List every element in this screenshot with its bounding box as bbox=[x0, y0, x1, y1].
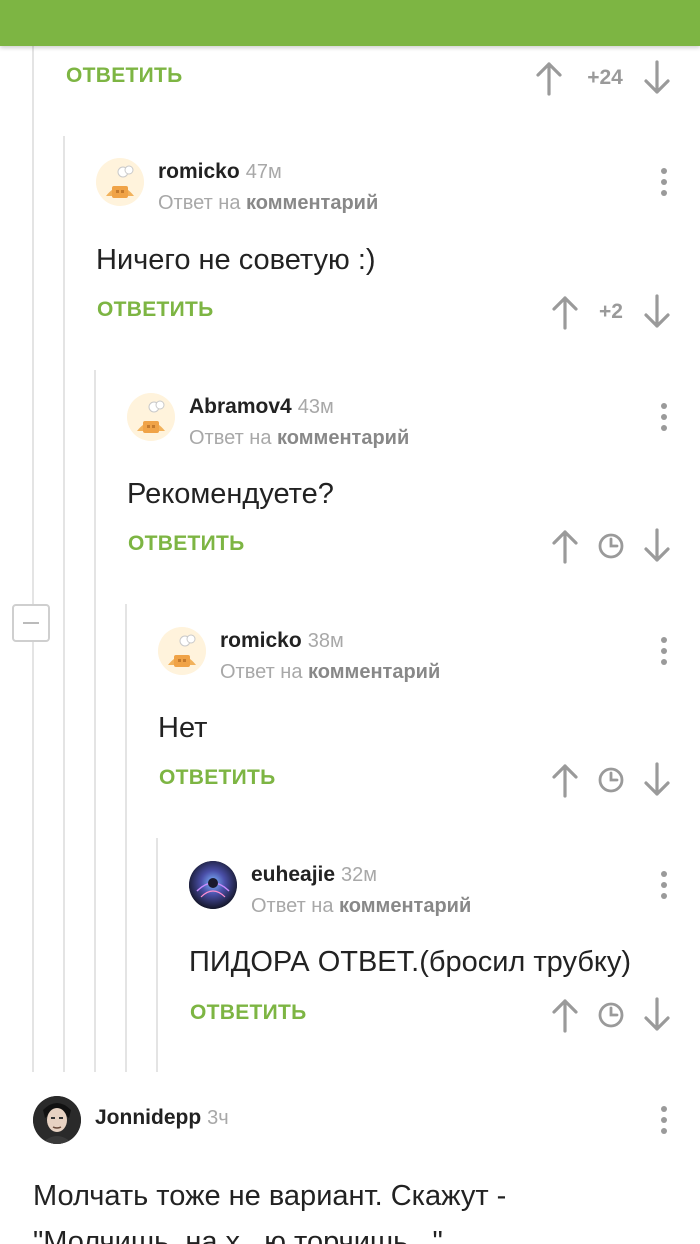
reply-to-info[interactable]: Ответ на комментарий bbox=[251, 895, 471, 918]
comment-romicko-1: romicko 47м Ответ на комментарий Ничего н… bbox=[96, 158, 676, 280]
reply-to-info[interactable]: Ответ на комментарий bbox=[220, 661, 440, 684]
arrow-up-icon bbox=[552, 999, 578, 1033]
reply-button[interactable]: ОТВЕТИТЬ bbox=[190, 1001, 307, 1025]
comment-time: 32м bbox=[341, 864, 378, 886]
avatar[interactable] bbox=[33, 1096, 81, 1144]
more-vertical-icon[interactable] bbox=[652, 635, 676, 667]
comment-time: 43м bbox=[297, 396, 334, 418]
app-header-bar bbox=[0, 0, 700, 46]
thread-line-level-2 bbox=[63, 136, 65, 1072]
reply-button[interactable]: ОТВЕТИТЬ bbox=[128, 532, 245, 556]
comment-abramov4: Abramov4 43м Ответ на комментарий Рекомен… bbox=[127, 393, 676, 514]
comment-rating: +2 bbox=[599, 300, 623, 323]
arrow-down-icon bbox=[644, 60, 670, 94]
comment-author[interactable]: euheajie 32м bbox=[251, 863, 377, 887]
avatar[interactable] bbox=[96, 158, 144, 206]
arrow-up-icon bbox=[552, 530, 578, 564]
comment-time: 47м bbox=[245, 161, 282, 183]
arrow-up-icon bbox=[536, 62, 562, 96]
arrow-up-icon bbox=[552, 764, 578, 798]
avatar[interactable] bbox=[158, 627, 206, 675]
arrow-down-icon bbox=[644, 997, 670, 1031]
more-vertical-icon[interactable] bbox=[652, 166, 676, 198]
comment-actions: ОТВЕТИТЬ bbox=[159, 760, 676, 800]
more-vertical-icon[interactable] bbox=[652, 401, 676, 433]
upvote-button[interactable] bbox=[534, 58, 564, 98]
downvote-button[interactable] bbox=[642, 995, 672, 1035]
upvote-button[interactable] bbox=[550, 292, 580, 332]
comment-text-line-2: "Молчишь, на х...ю торчишь..." bbox=[33, 1226, 443, 1244]
comment-actions: ОТВЕТИТЬ bbox=[190, 995, 676, 1035]
comment-author[interactable]: Jonnidepp 3ч bbox=[95, 1106, 229, 1130]
downvote-button[interactable] bbox=[642, 760, 672, 800]
thread-line-level-5 bbox=[156, 838, 158, 1072]
comment-author[interactable]: Abramov4 43м bbox=[189, 395, 334, 419]
thread-line-level-1 bbox=[32, 46, 34, 1072]
comment-actions: ОТВЕТИТЬ bbox=[128, 526, 676, 566]
clock-icon bbox=[596, 526, 626, 566]
comment-romicko-2: romicko 38м Ответ на комментарий Нет bbox=[158, 627, 676, 748]
comment-actions-parent: ОТВЕТИТЬ +24 bbox=[66, 58, 676, 98]
downvote-button[interactable] bbox=[642, 292, 672, 332]
downvote-button[interactable] bbox=[642, 526, 672, 566]
comment-time: 3ч bbox=[207, 1107, 229, 1129]
avatar[interactable] bbox=[127, 393, 175, 441]
comment-author[interactable]: romicko 38м bbox=[220, 629, 344, 653]
thread-line-level-4 bbox=[125, 604, 127, 1072]
comment-text: Рекомендуете? bbox=[127, 478, 334, 510]
arrow-up-icon bbox=[552, 296, 578, 330]
reply-button[interactable]: ОТВЕТИТЬ bbox=[159, 766, 276, 790]
clock-icon bbox=[596, 995, 626, 1035]
reply-button[interactable]: ОТВЕТИТЬ bbox=[97, 298, 214, 322]
reply-to-info[interactable]: Ответ на комментарий bbox=[158, 192, 378, 215]
clock-icon bbox=[596, 760, 626, 800]
upvote-button[interactable] bbox=[550, 526, 580, 566]
upvote-button[interactable] bbox=[550, 760, 580, 800]
thread-line-level-3 bbox=[94, 370, 96, 1072]
downvote-button[interactable] bbox=[642, 58, 672, 98]
comment-rating: +24 bbox=[587, 66, 623, 89]
more-vertical-icon[interactable] bbox=[652, 869, 676, 901]
arrow-down-icon bbox=[644, 762, 670, 796]
comment-euheajie: euheajie 32м Ответ на комментарий ПИДОРА … bbox=[189, 861, 676, 982]
more-vertical-icon[interactable] bbox=[652, 1104, 676, 1136]
reply-to-info[interactable]: Ответ на комментарий bbox=[189, 427, 409, 450]
comment-text: Нет bbox=[158, 712, 208, 744]
reply-button[interactable]: ОТВЕТИТЬ bbox=[66, 64, 183, 88]
comment-text-line-1: Молчать тоже не вариант. Скажут - bbox=[33, 1180, 507, 1212]
comment-time: 38м bbox=[307, 630, 344, 652]
comment-actions: ОТВЕТИТЬ +2 bbox=[97, 292, 676, 332]
comment-jonnidepp: Jonnidepp 3ч Молчать тоже не вариант. Ска… bbox=[33, 1096, 676, 1244]
arrow-down-icon bbox=[644, 528, 670, 562]
comment-text: ПИДОРА ОТВЕТ.(бросил трубку) bbox=[189, 946, 632, 978]
collapse-thread-button[interactable] bbox=[12, 604, 50, 642]
collapse-icon bbox=[23, 622, 39, 624]
comment-text: Ничего не советую :) bbox=[96, 244, 376, 276]
avatar[interactable] bbox=[189, 861, 237, 909]
comment-author[interactable]: romicko 47м bbox=[158, 160, 282, 184]
upvote-button[interactable] bbox=[550, 995, 580, 1035]
arrow-down-icon bbox=[644, 294, 670, 328]
